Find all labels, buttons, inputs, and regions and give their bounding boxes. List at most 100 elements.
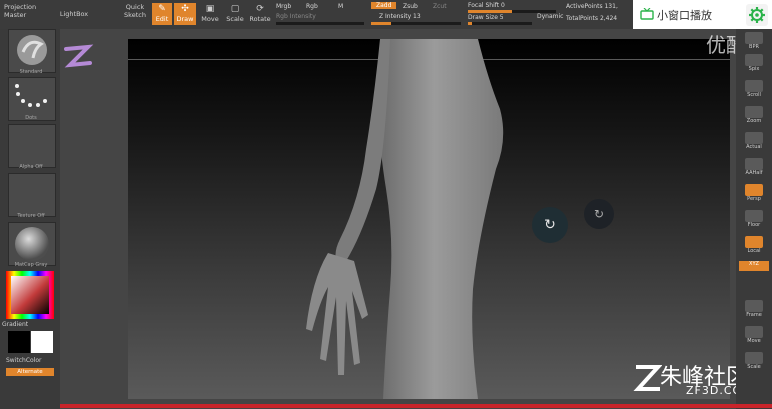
bpr-button[interactable]: BPR: [739, 31, 769, 53]
projection-master-label: Projection Master: [4, 3, 37, 19]
rgb-button[interactable]: Rgb: [306, 3, 318, 10]
alternate-button[interactable]: Alternate: [6, 368, 54, 376]
gear-icon: [749, 7, 765, 23]
actual-icon: [745, 132, 763, 144]
local-button[interactable]: Local: [739, 235, 769, 257]
alpha-label: Alpha Off: [19, 164, 43, 170]
aahalf-label: AAHalf: [745, 170, 763, 176]
stroke-label: Dots: [25, 115, 37, 121]
xyz-button[interactable]: XYZ: [739, 261, 769, 271]
canvas-area: ↻ ↻ 优酷 朱峰社区 ZF3D.COM: [60, 29, 752, 409]
scale-button[interactable]: ▢ Scale: [224, 3, 246, 25]
left-tool-panel: Standard Dots Alpha Off Texture Off MatC…: [0, 29, 60, 409]
sculpt-viewport[interactable]: ↻ ↻: [128, 39, 730, 399]
aahalf-button[interactable]: AAHalf: [739, 157, 769, 179]
scale-label: Scale: [226, 15, 244, 23]
color-saturation-square[interactable]: [11, 276, 49, 314]
material-thumbnail[interactable]: [8, 222, 56, 266]
move-view-label: Move: [747, 338, 761, 344]
right-tool-panel: BPR Spix Scroll Zoom Actual AAHalf Persp…: [736, 29, 772, 409]
dynamic-button[interactable]: Dynamic: [537, 13, 563, 20]
persp-button[interactable]: Persp: [739, 183, 769, 205]
m-button[interactable]: M: [338, 3, 343, 10]
mini-window-play-button[interactable]: 小窗口播放: [633, 0, 772, 30]
z-intensity-label: Z Intensity 13: [379, 13, 421, 20]
frame-icon: [745, 300, 763, 312]
zcut-button[interactable]: Zcut: [433, 3, 447, 10]
rgb-intensity-slider[interactable]: [276, 22, 364, 25]
zoom-icon: [745, 106, 763, 118]
edit-icon: ✎: [158, 4, 166, 14]
draw-size-slider[interactable]: [468, 22, 532, 25]
settings-button[interactable]: [746, 4, 768, 26]
zbrush-logo-icon: [64, 44, 94, 68]
edit-button[interactable]: ✎ Edit: [152, 3, 172, 25]
video-progress-bar[interactable]: [60, 404, 772, 408]
brush-thumbnail[interactable]: [8, 29, 56, 73]
scale-view-button[interactable]: Scale: [739, 351, 769, 373]
zhufeng-logo-icon: [633, 365, 662, 391]
move-button[interactable]: ▣ Move: [200, 3, 220, 25]
move-view-button[interactable]: Move: [739, 325, 769, 347]
z-intensity-slider[interactable]: [371, 22, 461, 25]
switch-color-button[interactable]: SwitchColor: [6, 357, 60, 364]
scale-view-label: Scale: [747, 364, 761, 370]
edit-label: Edit: [155, 15, 169, 23]
secondary-color-swatch[interactable]: [8, 331, 30, 353]
color-picker[interactable]: [6, 271, 54, 319]
brush-icon: [17, 35, 47, 65]
total-points-readout: TotalPoints 2,424: [566, 15, 618, 22]
material-label: MatCap Gray: [14, 262, 48, 268]
floor-icon: [745, 210, 763, 222]
lightbox-label: LightBox: [59, 10, 89, 18]
scroll-button[interactable]: Scroll: [739, 79, 769, 101]
rotate-cursor-ghost-icon: ↻: [584, 199, 614, 229]
move-view-icon: [745, 326, 763, 338]
draw-size-label: Draw Size 5: [468, 14, 504, 21]
alpha-thumbnail[interactable]: [8, 124, 56, 168]
scale-view-icon: [745, 352, 763, 364]
projection-master-button[interactable]: Projection Master: [4, 3, 54, 25]
zoom-button[interactable]: Zoom: [739, 105, 769, 127]
zoom-label: Zoom: [746, 118, 762, 124]
floor-button[interactable]: Floor: [739, 209, 769, 231]
tv-icon: [640, 8, 654, 20]
brush-label: Standard: [19, 69, 43, 75]
mrgb-button[interactable]: Mrgb: [276, 3, 291, 10]
zsub-button[interactable]: Zsub: [403, 3, 418, 10]
frame-label: Frame: [746, 312, 762, 318]
persp-label: Persp: [747, 196, 761, 202]
draw-icon: ✣: [181, 4, 189, 14]
bpr-label: BPR: [749, 44, 759, 50]
spix-icon: [745, 54, 763, 66]
scale-icon: ▢: [230, 4, 240, 14]
quick-sketch-button[interactable]: Quick Sketch: [120, 3, 150, 25]
actual-label: Actual: [746, 144, 762, 150]
frame-button[interactable]: Frame: [739, 299, 769, 321]
mini-window-label: 小窗口播放: [657, 9, 712, 22]
gradient-label[interactable]: Gradient: [2, 321, 56, 328]
move-label: Move: [201, 15, 219, 23]
move-icon: ▣: [205, 4, 215, 14]
spix-label: Spix: [748, 66, 760, 72]
quick-sketch-label: Quick Sketch: [124, 3, 146, 19]
rotate-label: Rotate: [249, 15, 271, 23]
persp-icon: [745, 184, 763, 196]
local-icon: [745, 236, 763, 248]
floor-label: Floor: [747, 222, 761, 228]
active-points-readout: ActivePoints 131,: [566, 3, 618, 10]
texture-thumbnail[interactable]: [8, 173, 56, 217]
scroll-icon: [745, 80, 763, 92]
zadd-button[interactable]: Zadd: [371, 2, 397, 9]
rotate-button[interactable]: ⟳ Rotate: [249, 3, 271, 25]
spix-button[interactable]: Spix: [739, 53, 769, 75]
lightbox-button[interactable]: LightBox: [56, 3, 92, 25]
draw-label: Draw: [176, 15, 194, 23]
actual-button[interactable]: Actual: [739, 131, 769, 153]
aahalf-icon: [745, 158, 763, 170]
texture-label: Texture Off: [17, 213, 45, 219]
draw-button[interactable]: ✣ Draw: [174, 3, 196, 25]
dots-stroke-icon: [15, 84, 47, 107]
figure-model: [306, 39, 504, 399]
primary-color-swatch[interactable]: [31, 331, 53, 353]
